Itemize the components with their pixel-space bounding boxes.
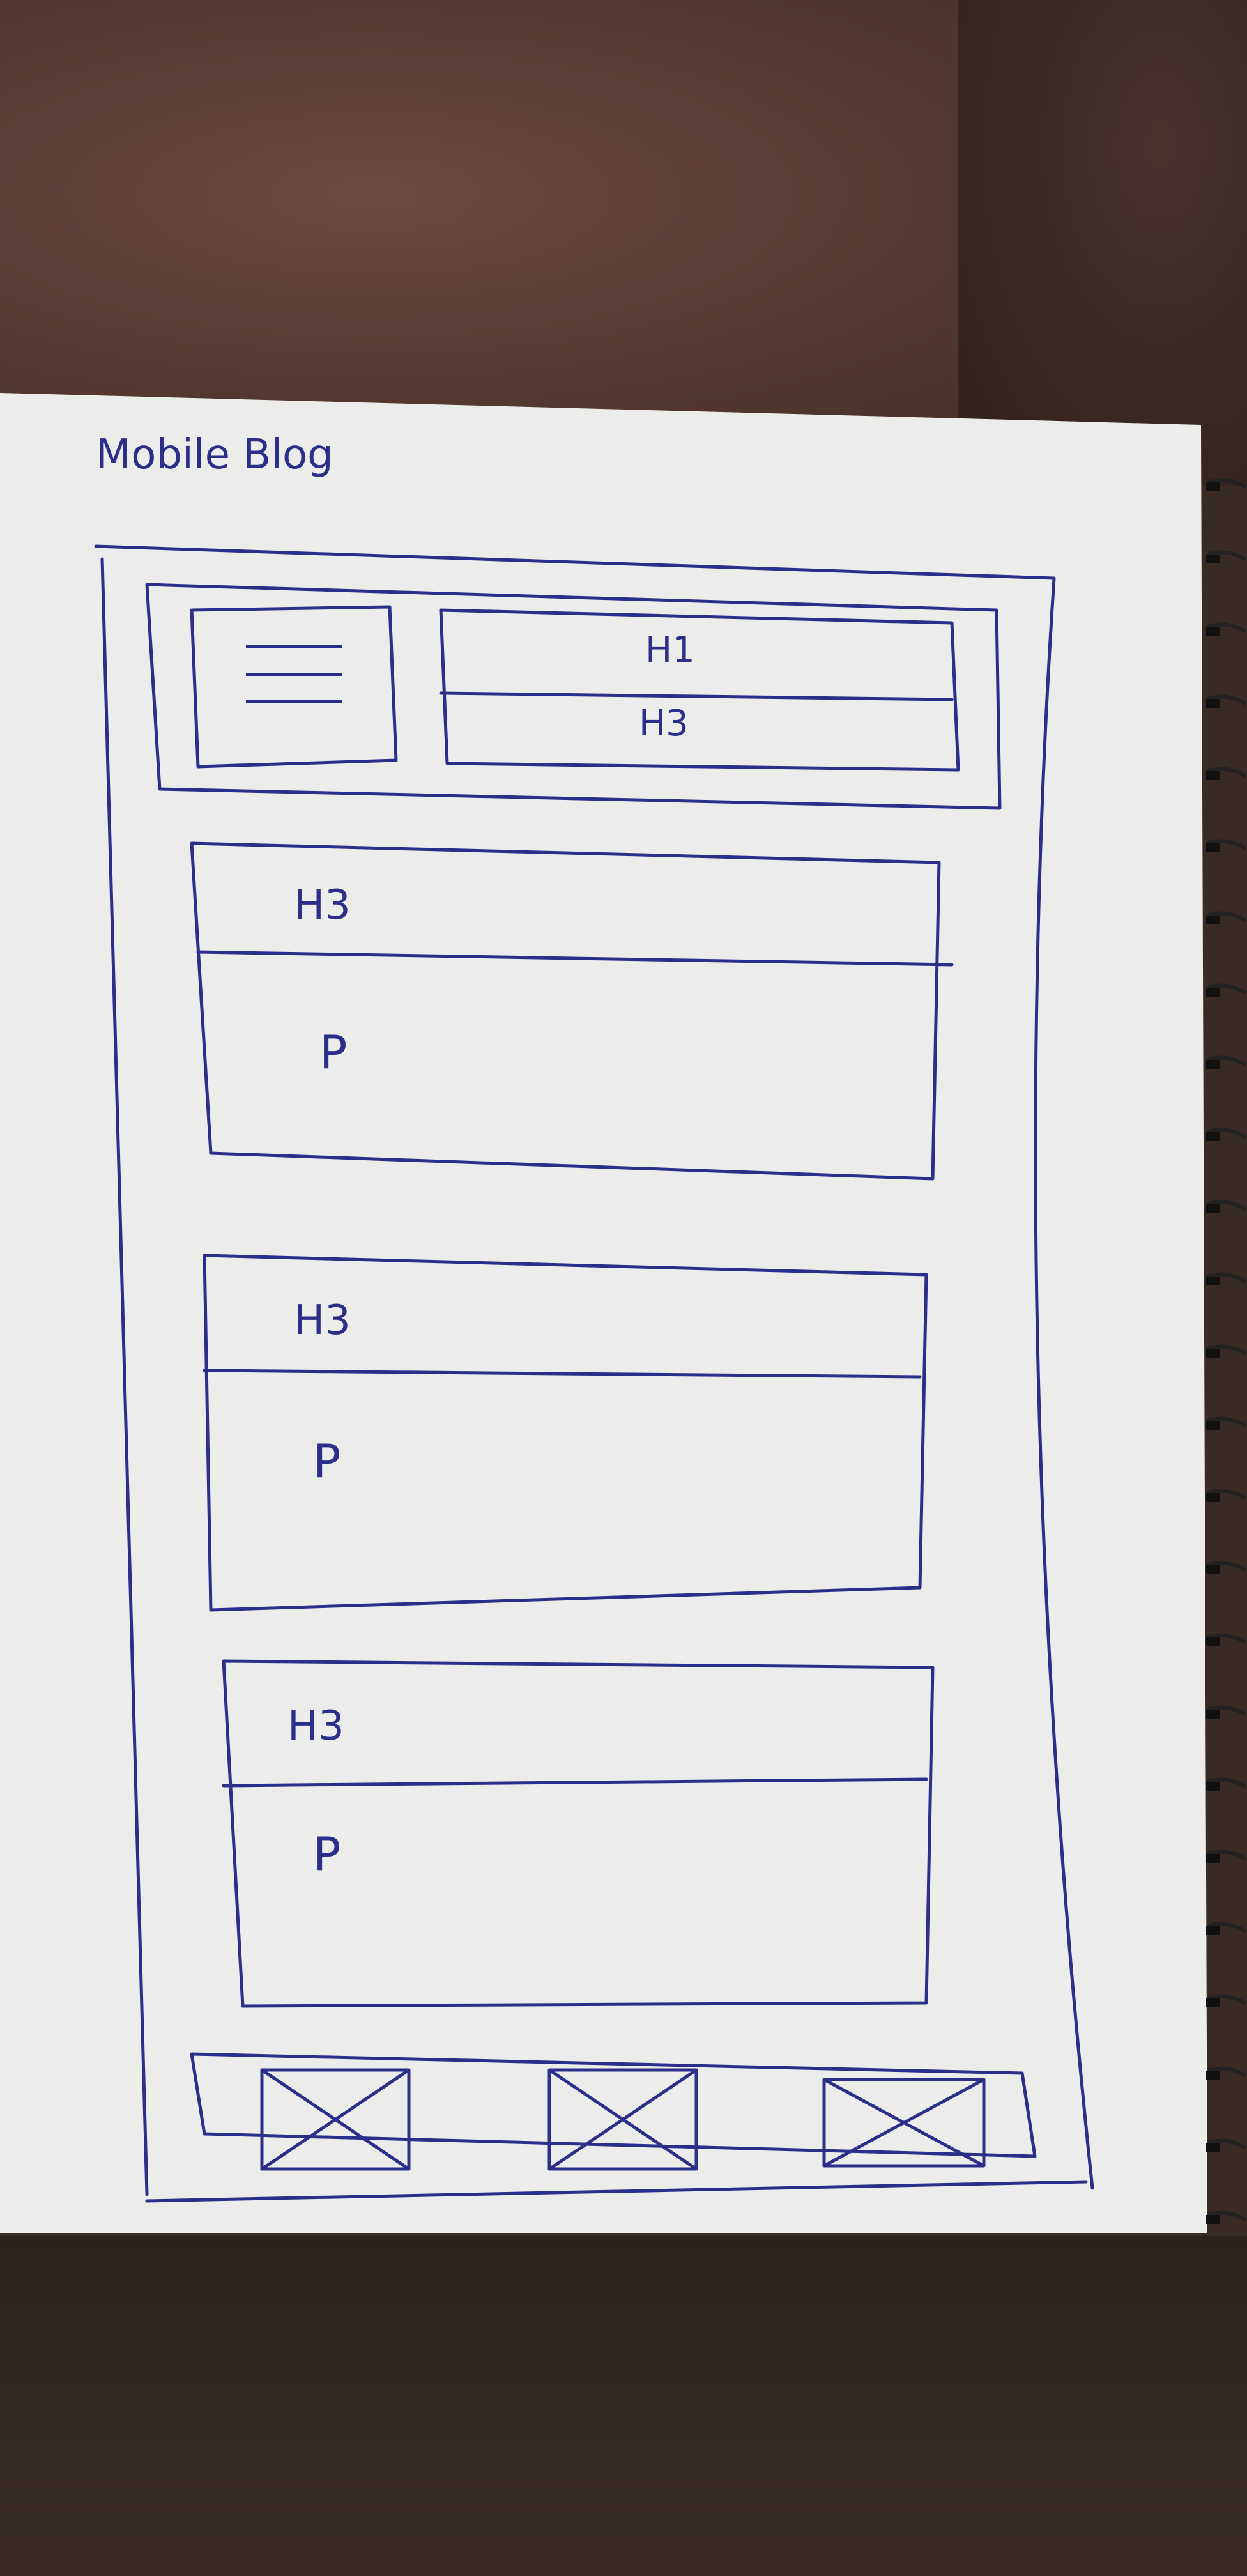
post-1-heading: H3	[294, 882, 351, 929]
post-3-body: P	[313, 1827, 341, 1881]
spiral-binding	[1206, 478, 1247, 2224]
post-1-body: P	[319, 1025, 348, 1079]
sketch-drawing	[0, 393, 1247, 2233]
hamburger-icon	[246, 645, 342, 722]
dark-surface	[0, 2236, 1247, 2576]
sketch-title: Mobile Blog	[96, 431, 333, 479]
header-h1-label: H1	[645, 629, 695, 671]
header-h3-label: H3	[639, 703, 689, 744]
paper-sheet	[0, 393, 1207, 2233]
notebook-page: Mobile Blog H1 H3 H3 P H3 P H3 P	[0, 393, 1247, 2239]
post-2-heading: H3	[294, 1297, 351, 1344]
post-2-body: P	[313, 1434, 341, 1488]
post-3-heading: H3	[287, 1703, 344, 1750]
